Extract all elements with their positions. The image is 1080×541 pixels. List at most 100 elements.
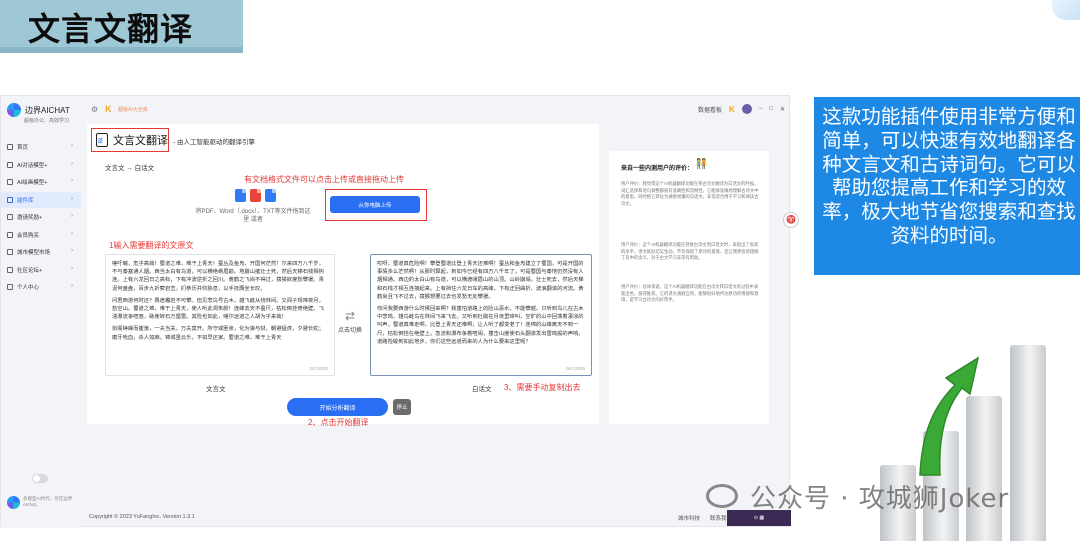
user-icon <box>7 284 13 290</box>
source-paragraph: 问君西游何时还？畏途巉岩不可攀。但见悲鸟号古木，雄飞雌从绕林间。又闻子规啼夜月，… <box>112 297 324 321</box>
review-item: 用户评价：这个AI机器翻译功能在转换古诗文到白话文时，表现出了很高的水平，译文既… <box>621 242 759 261</box>
chevron-right-icon: › <box>71 178 73 184</box>
chevron-right-icon: › <box>71 195 73 202</box>
sidebar-item-profile[interactable]: 个人中心 › <box>1 279 81 295</box>
word-file-icon <box>250 189 261 202</box>
chevron-right-icon: › <box>71 283 73 289</box>
brand-logo-icon <box>7 103 21 117</box>
feature-callout: 这款功能插件使用非常方便和简单，可以快速有效地翻译各种文言文和古诗词句。它可以帮… <box>814 97 1080 275</box>
sidebar-item-home[interactable]: 首页 › <box>1 139 81 155</box>
plugin-icon <box>7 196 13 203</box>
footer-links: 城市科技 联系我们 <box>678 514 732 522</box>
chevron-right-icon: › <box>71 213 73 219</box>
sidebar-item-label: 个人中心 <box>17 285 40 291</box>
source-char-count: 347/2000 <box>309 366 328 373</box>
home-icon <box>7 144 13 150</box>
topbar: ⚙ K 超级AI大全库 数据看板 K − □ ✕ <box>81 96 791 124</box>
sidebar-item-label: AI对话模型+ <box>17 162 48 169</box>
footer-copyright: Copyright © 2023 YuFangInc. Version 1.3.… <box>89 514 195 520</box>
upload-dropzone-text[interactable]: 将PDF、Word（.docx）、TXT等文件拖到这里 或者 <box>193 208 313 225</box>
assistant-bot-icon[interactable]: ♈ <box>783 212 799 228</box>
review-item: 用户评价：我觉得这个AI机器翻译功能在将古诗文翻译为白话文的时候，词汇选择和语句… <box>621 181 759 206</box>
swap-direction-button[interactable]: ⇄ 点击切换 <box>335 309 365 334</box>
source-paragraph: 嗟吁嘁，危乎高哉！蜀道之难，难于上青天！蚕丛及鱼凫，开国何茫然！尔来四万八千岁，… <box>112 261 324 292</box>
stop-button[interactable]: 停止 <box>393 399 411 415</box>
sidebar-item-label: 会员购买 <box>17 232 40 239</box>
slide-title: 文言文翻译 <box>28 10 194 48</box>
slide: 文言文翻译 边界AICHAT 超级办公、高效学习 首页 › AI对话模型+ › AI… <box>0 0 1080 541</box>
theme-toggle[interactable] <box>32 474 48 483</box>
footer-link[interactable]: 城市科技 <box>678 514 700 522</box>
input-annotation: 1输入需要翻译的文原文 <box>109 241 194 250</box>
forum-icon <box>7 266 13 273</box>
module-subtitle: - 由人工智能驱动的翻译引擎 <box>173 139 255 146</box>
target-char-count: 567/2000 <box>566 366 585 373</box>
growth-arrow-icon <box>919 356 980 476</box>
target-paragraph: 你问我要西游什么时候回来啊？我害怕道路上的险山恶水，不能攀越。只听到鸟儿在古木中… <box>377 306 584 345</box>
swap-label: 点击切换 <box>337 328 362 334</box>
sidebar-footer: 多模型AI时代，尽在边界AIchat。 <box>7 496 75 509</box>
sidebar-item-forum[interactable]: 社区论坛+ › <box>1 262 81 278</box>
gift-icon <box>7 214 13 220</box>
sidebar-item-label: 社区论坛+ <box>17 267 43 274</box>
sidebar-item-invite[interactable]: 邀请奖励+ › <box>1 209 81 225</box>
module-title: 文言文翻译 <box>113 134 168 147</box>
sidebar-item-label: AI绘画模型+ <box>17 180 48 186</box>
store-icon <box>7 249 13 255</box>
target-paragraph: 哎呀，蜀道真危险啊！攀登蜀道比登上青天还难啊！蚕丛和鱼凫建立了蜀国，可是开国的事… <box>377 261 584 300</box>
app-window: 边界AICHAT 超级办公、高效学习 首页 › AI对话模型+ › AI绘画模型+ ›… <box>0 95 799 528</box>
sidebar-item-label: 插件库 <box>17 197 34 204</box>
sidebar-nav: 首页 › AI对话模型+ › AI绘画模型+ › 插件库 › 邀请奖励+ › 会员购买 › … <box>1 139 81 297</box>
maximize-icon[interactable]: □ <box>769 106 773 112</box>
swap-arrows-icon: ⇄ <box>344 309 356 323</box>
topbar-brand: 超级AI大全库 <box>118 107 148 113</box>
reviews-panel: 来自一些内测用户的评价： 🧑‍🤝‍🧑 用户评价：我觉得这个AI机器翻译功能在将古… <box>609 151 769 424</box>
close-icon[interactable]: ✕ <box>780 106 785 113</box>
sidebar-item-ai-draw[interactable]: AI绘画模型+ › <box>1 174 81 190</box>
sidebar-item-plugins[interactable]: 插件库 › <box>1 191 81 208</box>
corner-decoration <box>1052 0 1080 20</box>
sidebar-item-ai-chat[interactable]: AI对话模型+ › <box>1 157 81 173</box>
module-header: 文言文翻译 <box>91 128 169 152</box>
users-emoji-icon: 🧑‍🤝‍🧑 <box>695 159 708 170</box>
k-logo-icon: K <box>729 104 735 114</box>
chevron-right-icon: › <box>71 248 73 254</box>
chevron-right-icon: › <box>71 230 73 237</box>
minimize-icon[interactable]: − <box>759 106 763 112</box>
brand-subtitle: 超级办公、高效学习 <box>24 118 70 124</box>
upload-annotation: 有文档格式文件可以点击上传或直接拖动上传 <box>244 175 404 184</box>
translator-content: 文言文翻译 - 由人工智能驱动的翻译引擎 文言文 → 白话文 有文档格式文件可以… <box>87 124 599 427</box>
topbar-actions: 数据看板 K − □ ✕ <box>698 104 785 114</box>
translate-doc-icon <box>96 133 108 147</box>
settings-gear-icon[interactable]: ⚙ <box>91 105 98 114</box>
brand-logo-small-icon <box>7 496 20 509</box>
txt-file-icon <box>265 189 276 202</box>
upload-button-highlight: 从你电脑上传 <box>325 189 427 221</box>
sidebar-item-label: 城市模型市场 <box>17 250 51 256</box>
growth-bar <box>1010 345 1046 541</box>
brand-logo[interactable]: 边界AICHAT <box>7 103 70 117</box>
copy-annotation: 3、需要手动复制出去 <box>504 383 581 392</box>
review-item: 用户评价：总体来说，这个AI机器翻译功能在古诗文转白话文的过程中表现出色，值得推… <box>621 284 759 303</box>
source-language-label: 文言文 <box>206 386 226 393</box>
avatar[interactable] <box>741 104 752 114</box>
chevron-right-icon: › <box>71 265 73 272</box>
chat-icon <box>7 161 13 168</box>
sidebar-item-market[interactable]: 城市模型市场 › <box>1 244 81 260</box>
dashboard-link[interactable]: 数据看板 <box>698 105 722 114</box>
file-type-icons <box>235 189 276 202</box>
chevron-right-icon: › <box>71 160 73 167</box>
pdf-file-icon <box>235 189 246 202</box>
translation-direction: 文言文 → 白话文 <box>105 165 155 172</box>
start-translate-button[interactable]: 开始分析翻译 <box>287 398 388 416</box>
upload-button[interactable]: 从你电脑上传 <box>330 196 420 213</box>
source-paragraph: 剑阁峥嵘而崔嵬，一夫当关，万夫莫开。所守或匪亲，化为狼与豺。朝避猛虎，夕避长蛇；… <box>112 326 324 341</box>
source-text-input[interactable]: 嗟吁嘁，危乎高哉！蜀道之难，难于上青天！蚕丛及鱼凫，开国何茫然！尔来四万八千岁，… <box>105 254 335 376</box>
target-language-label: 白话文 <box>472 386 492 393</box>
target-text-output[interactable]: 哎呀，蜀道真危险啊！攀登蜀道比登上青天还难啊！蚕丛和鱼凫建立了蜀国，可是开国的事… <box>370 254 592 376</box>
sidebar: 边界AICHAT 超级办公、高效学习 首页 › AI对话模型+ › AI绘画模型+ ›… <box>1 96 81 528</box>
start-annotation: 2、点击开始翻译 <box>308 418 369 427</box>
sidebar-item-membership[interactable]: 会员购买 › <box>1 227 81 243</box>
qr-badge-icon: ⊙ ▦ <box>727 510 791 526</box>
image-icon <box>7 179 13 185</box>
